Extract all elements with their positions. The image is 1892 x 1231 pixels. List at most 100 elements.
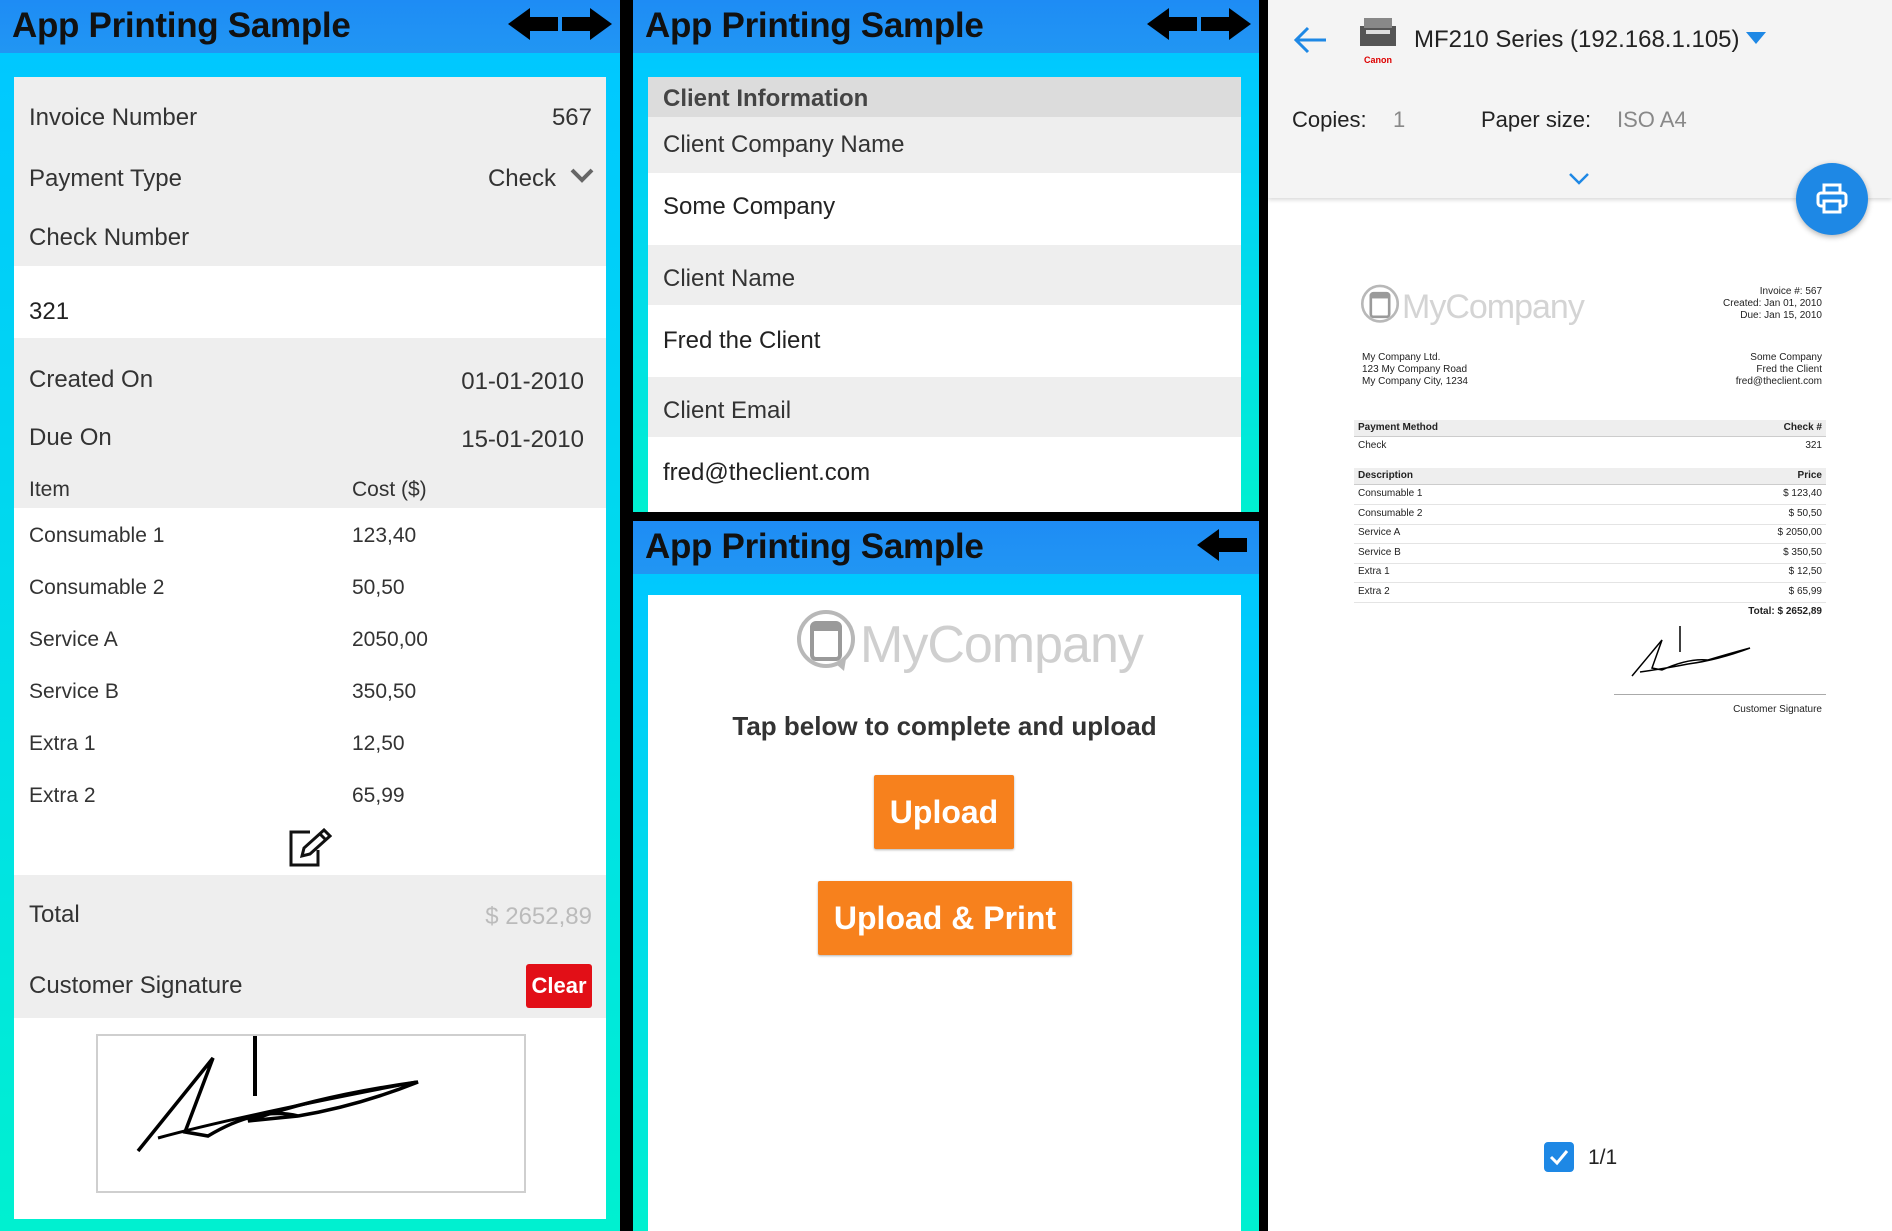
item-name: Extra 1 (29, 732, 96, 755)
preview-item-price: $ 2050,00 (1777, 527, 1823, 538)
payment-type-row[interactable]: Payment Type Check (14, 146, 606, 206)
table-row: Service B 350,50 (14, 664, 606, 716)
arrow-right-icon[interactable] (562, 8, 612, 40)
printer-name[interactable]: MF210 Series (192.168.1.105) (1414, 26, 1740, 54)
payment-type-label: Payment Type (29, 165, 182, 192)
invoice-number-row: Invoice Number 567 (14, 77, 606, 146)
item-name: Service A (29, 628, 118, 651)
item-cost: 50,50 (352, 576, 405, 599)
client-section-title: Client Information (663, 85, 869, 112)
copies-value[interactable]: 1 (1393, 107, 1405, 133)
created-value[interactable]: 01-01-2010 (461, 368, 584, 396)
payment-type-value[interactable]: Check (488, 165, 556, 193)
check-number-field[interactable]: 321 (14, 266, 606, 338)
invoice-number-value[interactable]: 567 (552, 104, 592, 132)
check-number-header-row: Check Number (14, 206, 606, 266)
created-row: Created On 01-01-2010 (14, 338, 606, 398)
preview-to-line: Fred the Client (1756, 364, 1822, 375)
back-arrow-icon[interactable] (1294, 26, 1328, 54)
company-label: Client Company Name (663, 131, 905, 158)
preview-from-line: 123 My Company Road (1362, 364, 1468, 375)
signature-stroke (136, 1036, 419, 1153)
cost-column-header: Cost ($) (352, 478, 427, 501)
nav-arrows (507, 8, 612, 45)
item-cost: 123,40 (352, 524, 417, 547)
preview-item-price: $ 65,99 (1788, 585, 1822, 597)
upload-print-button[interactable]: Upload & Print (818, 881, 1072, 955)
table-row: Extra 1 12,50 (14, 716, 606, 768)
client-panel: App Printing Sample Client Information C… (633, 0, 1259, 512)
email-field[interactable]: fred@theclient.com (648, 437, 1241, 512)
arrow-left-icon[interactable] (1197, 529, 1247, 561)
expand-chevron-icon[interactable] (1568, 172, 1590, 186)
copies-label: Copies: (1292, 107, 1367, 132)
print-panel: Canon MF210 Series (192.168.1.105) Copie… (1268, 0, 1892, 1231)
preview-signature-caption: Customer Signature (1733, 704, 1822, 715)
email-label: Client Email (663, 397, 792, 424)
client-card: Client Information Client Company Name S… (648, 77, 1241, 512)
item-name: Consumable 1 (29, 524, 165, 547)
print-preview-page: MyCompany Invoice #: 567 Created: Jan 01… (1350, 270, 1830, 740)
chevron-down-icon[interactable] (570, 168, 594, 184)
preview-item-row: Extra 2 $ 65,99 (1354, 584, 1826, 603)
preview-check-header: Check # (1783, 422, 1822, 433)
preview-invoice-no: Invoice #: 567 (1759, 286, 1822, 297)
preview-item-row: Service B $ 350,50 (1354, 545, 1826, 564)
name-label-row: Client Name (648, 245, 1241, 305)
clear-button[interactable]: Clear (526, 964, 592, 1008)
preview-item-price: $ 350,50 (1783, 546, 1822, 558)
company-field[interactable]: Some Company (648, 173, 1241, 245)
name-label: Client Name (663, 265, 796, 292)
preview-item-row: Extra 1 $ 12,50 (1354, 564, 1826, 583)
total-row: Total $ 2652,89 (14, 875, 606, 947)
invoice-number-label: Invoice Number (29, 104, 198, 131)
preview-logo-icon (1360, 284, 1400, 323)
logo-icon (797, 610, 855, 671)
total-label: Total (29, 901, 80, 928)
page-checkbox[interactable] (1544, 1142, 1574, 1172)
due-row: Due On 15-01-2010 (14, 398, 606, 458)
preview-from-line: My Company Ltd. (1362, 352, 1441, 363)
check-number-value[interactable]: 321 (29, 298, 69, 326)
preview-to-line: Some Company (1750, 352, 1822, 363)
arrow-right-icon[interactable] (1201, 8, 1251, 40)
preview-item-row: Service A $ 2050,00 (1354, 525, 1826, 544)
name-field[interactable]: Fred the Client (648, 305, 1241, 377)
company-value[interactable]: Some Company (663, 193, 835, 221)
edit-icon[interactable] (288, 828, 332, 868)
item-column-header: Item (29, 478, 70, 501)
email-value[interactable]: fred@theclient.com (663, 459, 870, 487)
upload-button[interactable]: Upload (874, 775, 1014, 849)
signature-label: Customer Signature (29, 972, 243, 999)
due-value[interactable]: 15-01-2010 (461, 426, 584, 454)
app-bar: App Printing Sample (633, 0, 1259, 53)
arrow-left-icon[interactable] (507, 8, 558, 40)
preview-payment-method-header: Payment Method (1358, 422, 1439, 433)
preview-item-name: Consumable 1 (1358, 488, 1423, 499)
app-title: App Printing Sample (645, 527, 984, 566)
preview-item-row: Consumable 1 $ 123,40 (1354, 486, 1826, 505)
upload-panel: App Printing Sample MyCompany Tap below … (633, 521, 1259, 1231)
arrow-left-icon[interactable] (1146, 8, 1197, 40)
item-cost: 65,99 (352, 784, 405, 807)
signature-pad[interactable] (96, 1034, 526, 1193)
preview-total: Total: $ 2652,89 (1748, 606, 1822, 617)
paper-size-value[interactable]: ISO A4 (1617, 107, 1687, 133)
preview-signature (1631, 626, 1751, 677)
company-label-row: Client Company Name (648, 117, 1241, 173)
client-section-header: Client Information (648, 77, 1241, 117)
total-value: $ 2652,89 (485, 903, 592, 930)
preview-item-row: Consumable 2 $ 50,50 (1354, 506, 1826, 525)
print-fab[interactable] (1796, 163, 1868, 235)
name-value[interactable]: Fred the Client (663, 327, 820, 355)
nav-arrows (1197, 529, 1247, 566)
paper-size-label: Paper size: (1481, 107, 1592, 132)
preview-due: Due: Jan 15, 2010 (1740, 310, 1822, 321)
dropdown-triangle-icon[interactable] (1746, 32, 1766, 44)
logo-text: MyCompany (860, 616, 1144, 674)
preview-to-line: fred@theclient.com (1735, 376, 1822, 387)
app-bar: App Printing Sample (633, 521, 1259, 574)
upload-card: MyCompany Tap below to complete and uplo… (648, 595, 1241, 1231)
preview-from-line: My Company City, 1234 (1362, 376, 1468, 387)
app-title: App Printing Sample (12, 6, 351, 45)
